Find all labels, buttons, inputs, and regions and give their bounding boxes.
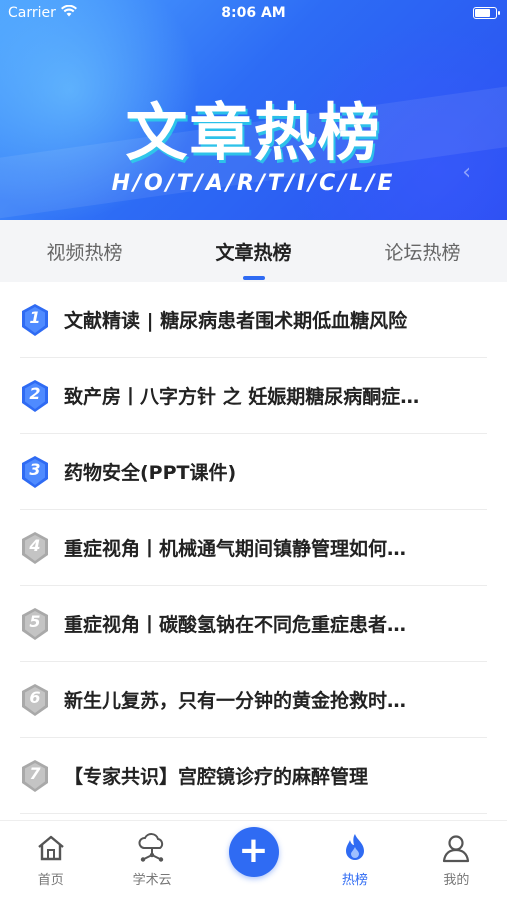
- rank-number: 6: [29, 687, 41, 707]
- tab-label: 学术云: [132, 873, 172, 888]
- bottom-tab-bar: 首页 学术云 + 热榜 我的: [0, 820, 507, 901]
- article-list: 1 文献精读 | 糖尿病患者围术期低血糖风险 2 致产房丨八字方针 之 妊娠期糖…: [0, 282, 507, 814]
- list-item[interactable]: 1 文献精读 | 糖尿病患者围术期低血糖风险: [20, 282, 487, 358]
- hero-subtitle: H/O/T/A/R/T/I/C/L/E: [111, 171, 396, 196]
- user-icon: [438, 831, 474, 865]
- home-icon: [33, 831, 69, 865]
- tab-hot-ranking[interactable]: 热榜: [304, 821, 405, 901]
- status-bar: Carrier 8:06 AM: [0, 0, 507, 28]
- rank-badge-icon: 2: [20, 379, 50, 413]
- rank-number: 2: [29, 383, 41, 403]
- chevron-left-icon: ‹: [462, 160, 471, 185]
- rank-badge-icon: 3: [20, 455, 50, 489]
- list-item[interactable]: 6 新生儿复苏，只有一分钟的黄金抢救时…: [20, 662, 487, 738]
- tab-label: 论坛热榜: [384, 241, 461, 264]
- publish-button[interactable]: +: [203, 821, 304, 901]
- article-title: 重症视角丨机械通气期间镇静管理如何…: [64, 538, 407, 560]
- rank-number: 7: [29, 763, 41, 783]
- battery-level: [475, 9, 491, 17]
- article-title: 重症视角丨碳酸氢钠在不同危重症患者…: [64, 614, 407, 636]
- hero-title: 文章热榜: [125, 96, 382, 169]
- article-title: 致产房丨八字方针 之 妊娠期糖尿病酮症…: [64, 386, 420, 408]
- rank-badge-icon: 6: [20, 683, 50, 717]
- list-item[interactable]: 7 【专家共识】宫腔镜诊疗的麻醉管理: [20, 738, 487, 814]
- ranking-tabs: 视频热榜 文章热榜 论坛热榜: [0, 220, 507, 282]
- clock: 8:06 AM: [221, 5, 286, 21]
- article-title: 【专家共识】宫腔镜诊疗的麻醉管理: [64, 766, 369, 788]
- tab-label: 首页: [37, 873, 64, 888]
- rank-badge-icon: 4: [20, 531, 50, 565]
- rank-badge-icon: 7: [20, 759, 50, 793]
- tab-academic-cloud[interactable]: 学术云: [101, 821, 202, 901]
- list-item[interactable]: 2 致产房丨八字方针 之 妊娠期糖尿病酮症…: [20, 358, 487, 434]
- tab-video-ranking[interactable]: 视频热榜: [0, 220, 169, 282]
- tab-mine[interactable]: 我的: [406, 821, 507, 901]
- list-item[interactable]: 5 重症视角丨碳酸氢钠在不同危重症患者…: [20, 586, 487, 662]
- tab-label: 我的: [443, 873, 470, 888]
- list-item[interactable]: 4 重症视角丨机械通气期间镇静管理如何…: [20, 510, 487, 586]
- tab-label: 热榜: [341, 873, 368, 888]
- tab-label: 视频热榜: [46, 241, 123, 264]
- cloud-network-icon: [134, 831, 170, 865]
- rank-badge-icon: 1: [20, 303, 50, 337]
- article-title: 新生儿复苏，只有一分钟的黄金抢救时…: [64, 690, 407, 712]
- rank-badge-icon: 5: [20, 607, 50, 641]
- plus-icon: +: [228, 827, 279, 877]
- rank-number: 3: [29, 459, 41, 479]
- rank-number: 4: [29, 535, 41, 555]
- tab-label: 文章热榜: [215, 241, 292, 264]
- tab-home[interactable]: 首页: [0, 821, 101, 901]
- battery-icon: [473, 7, 500, 19]
- article-title: 文献精读 | 糖尿病患者围术期低血糖风险: [64, 310, 408, 332]
- article-title: 药物安全(PPT课件): [64, 462, 237, 484]
- rank-number: 5: [29, 611, 41, 631]
- list-item[interactable]: 3 药物安全(PPT课件): [20, 434, 487, 510]
- flame-icon: [337, 831, 373, 865]
- hero-banner: Carrier 8:06 AM 文章热榜 H/O/T/A/R/T/I/C/L/E…: [0, 0, 507, 220]
- tab-article-ranking[interactable]: 文章热榜: [169, 220, 338, 282]
- rank-number: 1: [29, 307, 41, 327]
- tab-forum-ranking[interactable]: 论坛热榜: [338, 220, 507, 282]
- active-tab-indicator: [242, 276, 265, 280]
